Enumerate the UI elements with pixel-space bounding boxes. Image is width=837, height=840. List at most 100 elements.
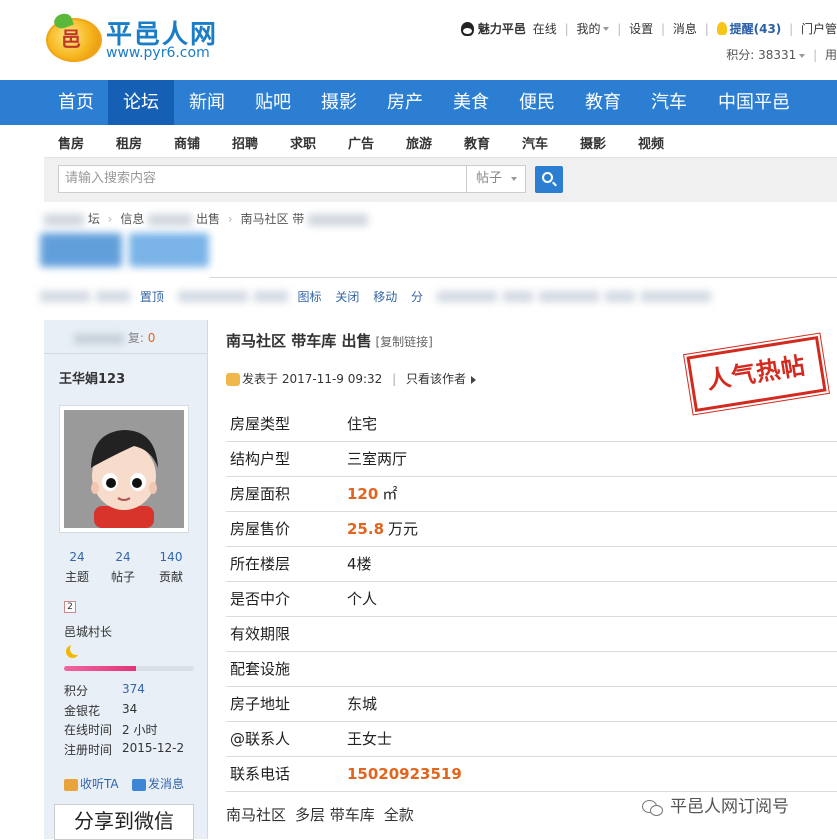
nav-item-car[interactable]: 汽车 — [636, 80, 702, 125]
info-value: 34 — [122, 701, 138, 716]
property-value-text: 王女士 — [347, 730, 393, 748]
property-table: 房屋类型 住宅 结构户型 三室两厅 房屋面积 120 ㎡房屋售价 25.8 万元 所在楼层 4楼 是否… — [226, 406, 837, 792]
chevron-down-icon — [603, 26, 610, 31]
nav-item-news[interactable]: 新闻 — [174, 80, 240, 125]
post-footer: 南马社区 多层 带车库 全款 — [226, 804, 423, 825]
subnav-item-shop[interactable]: 商铺 — [174, 133, 200, 152]
subnav-item-car[interactable]: 汽车 — [522, 133, 548, 152]
property-value: 4楼 — [347, 546, 837, 582]
stat-label: 帖子 — [110, 570, 135, 584]
nav-item-service[interactable]: 便民 — [504, 80, 570, 125]
nav-item-tieba[interactable]: 贴吧 — [240, 80, 306, 125]
property-key: 联系电话 — [226, 756, 347, 792]
property-key: 所在楼层 — [226, 546, 347, 582]
post-button[interactable] — [40, 233, 122, 267]
watermark-text: 平邑人网订阅号 — [670, 797, 789, 817]
property-row: 房屋类型 住宅 — [226, 406, 837, 442]
property-key: 房屋类型 — [226, 406, 347, 442]
property-value: 15020923519 — [347, 756, 837, 792]
subnav-item-sale[interactable]: 售房 — [58, 133, 84, 152]
search-input[interactable]: 请输入搜索内容 — [58, 165, 468, 193]
nav-item-edu[interactable]: 教育 — [570, 80, 636, 125]
property-key: 房屋面积 — [226, 476, 347, 512]
settings-link[interactable]: 设置 — [629, 20, 653, 37]
nav-item-food[interactable]: 美食 — [438, 80, 504, 125]
toolbar-top[interactable]: 置顶 — [140, 288, 164, 305]
nav-item-china-pingyi[interactable]: 中国平邑 — [704, 80, 804, 125]
toolbar-move[interactable]: 移动 — [373, 288, 397, 305]
my-menu[interactable]: 我的 — [576, 20, 600, 37]
property-value — [347, 651, 837, 687]
author-name[interactable]: 王华娟123 — [59, 368, 125, 387]
reply-button[interactable] — [129, 233, 209, 267]
portal-link[interactable]: 门户管 — [801, 20, 837, 37]
breadcrumb-current[interactable]: 南马社区 带 — [240, 212, 304, 226]
reply-count: 0 — [147, 331, 156, 345]
property-row: 配套设施 — [226, 651, 837, 687]
nav-item-forum[interactable]: 论坛 — [108, 80, 174, 125]
subnav-item-rent[interactable]: 租房 — [116, 133, 142, 152]
search-type-select[interactable]: 帖子 — [466, 165, 526, 193]
property-value: 个人 — [347, 581, 837, 617]
property-key: 有效期限 — [226, 616, 347, 652]
property-value: 三室两厅 — [347, 441, 837, 477]
send-message-button[interactable]: 发消息 — [132, 775, 184, 792]
share-wechat-button[interactable]: 分享到微信 — [54, 804, 194, 840]
info-key: 注册时间 — [64, 742, 113, 757]
breadcrumb-forum[interactable]: 坛 — [88, 212, 100, 226]
avatar[interactable] — [59, 405, 189, 533]
stat-posts[interactable]: 24 帖子 — [96, 550, 150, 585]
divider — [210, 277, 837, 278]
user-name[interactable]: 魅力平邑 — [478, 20, 526, 37]
search-button[interactable] — [535, 166, 563, 193]
main-nav: 首页 论坛 新闻 贴吧 摄影 房产 美食 便民 教育 汽车 中国平邑 — [0, 80, 837, 125]
info-row: 在线时间 2 小时 — [64, 721, 204, 741]
nav-item-home[interactable]: 首页 — [44, 80, 108, 125]
subnav-item-hire[interactable]: 招聘 — [232, 133, 258, 152]
post-title: 南马社区 带车库 出售 — [226, 332, 372, 350]
property-value: 120 ㎡ — [347, 476, 837, 512]
bulb-icon — [716, 22, 727, 35]
qq-icon — [460, 21, 474, 36]
property-row: 房屋售价 25.8 万元 — [226, 511, 837, 547]
property-row: 是否中介 个人 — [226, 581, 837, 617]
subnav-item-video[interactable]: 视频 — [638, 133, 664, 152]
subnav-item-ad[interactable]: 广告 — [348, 133, 374, 152]
property-value-text: 三室两厅 — [347, 450, 408, 468]
logo-char: 邑 — [61, 27, 81, 51]
toolbar-close[interactable]: 关闭 — [335, 288, 359, 305]
subnav-item-travel[interactable]: 旅游 — [406, 133, 432, 152]
listen-icon — [64, 778, 78, 791]
moderation-toolbar: 置顶 图标 关闭 移动 分 — [40, 288, 837, 306]
post-time: 发表于 2017-11-9 09:32 — [242, 372, 383, 386]
property-value-text: 住宅 — [347, 414, 378, 433]
points-value[interactable]: 积分: 38331 — [726, 48, 796, 62]
user-rank: 邑城村长 — [64, 625, 113, 639]
user-menu[interactable]: 用 — [825, 48, 837, 62]
toolbar-split[interactable]: 分 — [411, 288, 423, 305]
points-bar: 积分: 38331 | 用 — [726, 48, 837, 62]
author-stats: 24 主题 24 帖子 140 贡献 — [44, 550, 208, 586]
info-value[interactable]: 374 — [122, 682, 145, 696]
nav-item-house[interactable]: 房产 — [372, 80, 438, 125]
reminder-link[interactable]: 提醒(43) — [730, 20, 782, 37]
info-value: 2 小时 — [122, 723, 158, 737]
stat-contribution[interactable]: 140 贡献 — [144, 550, 198, 585]
only-author-link[interactable]: 只看该作者 — [406, 372, 466, 386]
subnav-item-photo[interactable]: 摄影 — [580, 133, 606, 152]
messages-link[interactable]: 消息 — [673, 20, 697, 37]
breadcrumb-info[interactable]: 信息 — [120, 212, 144, 226]
stat-value: 140 — [159, 550, 183, 564]
property-value: 住宅 — [347, 406, 837, 442]
subnav-item-edu[interactable]: 教育 — [464, 133, 490, 152]
site-logo[interactable]: 邑 平邑人网 www.pyr6.com — [44, 14, 234, 66]
nav-item-photo[interactable]: 摄影 — [306, 80, 372, 125]
stat-value: 24 — [115, 550, 131, 564]
blurred-text — [44, 213, 84, 226]
property-row: 结构户型 三室两厅 — [226, 441, 837, 477]
listen-button[interactable]: 收听TA — [64, 775, 119, 792]
subnav-item-job[interactable]: 求职 — [290, 133, 316, 152]
breadcrumb-sale[interactable]: 出售 — [196, 212, 220, 226]
copy-link-button[interactable]: [复制链接] — [375, 335, 432, 349]
toolbar-icon[interactable]: 图标 — [298, 288, 322, 305]
